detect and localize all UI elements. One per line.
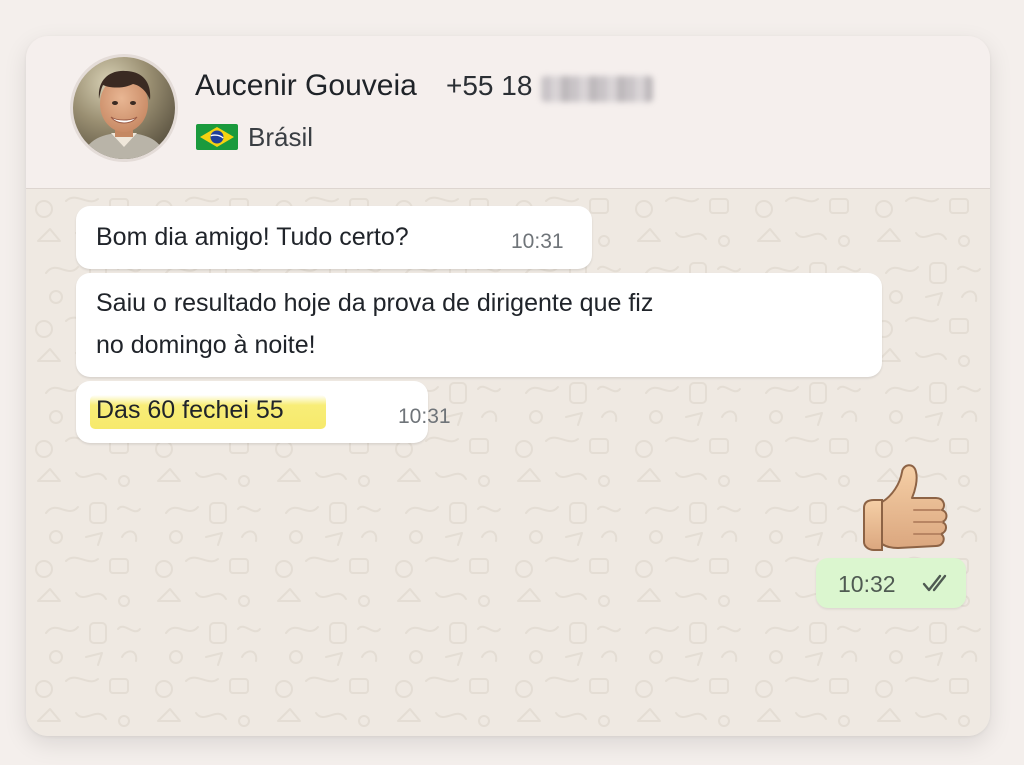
message-time: 10:32 (838, 571, 896, 597)
contact-name: Aucenir Gouveia (195, 69, 417, 102)
chat-doodle-background (26, 189, 990, 736)
double-check-icon (922, 574, 947, 592)
thumbs-up-emoji-icon[interactable] (858, 458, 954, 556)
incoming-message[interactable]: Bom dia amigo! Tudo certo? 10:31 (76, 206, 592, 269)
brazil-flag-icon (196, 124, 238, 150)
message-text: no domingo à noite! (96, 331, 316, 359)
incoming-message[interactable]: Das 60 fechei 55 10:31 (76, 381, 451, 443)
message-time: 10:31 (511, 230, 564, 253)
chat-card: Aucenir Gouveia +55 18 Brásil Bom dia am… (26, 36, 990, 736)
contact-phone: +55 18 (446, 70, 533, 101)
message-text: Das 60 fechei 55 (96, 396, 284, 424)
contact-country: Brásil (248, 122, 314, 152)
message-text: Bom dia amigo! Tudo certo? (96, 223, 409, 251)
message-time: 10:31 (398, 405, 451, 428)
phone-redaction-blur (541, 76, 653, 102)
chat-header: Aucenir Gouveia +55 18 Brásil (26, 36, 990, 189)
contact-avatar[interactable] (70, 54, 178, 162)
incoming-message[interactable]: Saiu o resultado hoje da prova de dirige… (76, 273, 882, 377)
outgoing-message-meta[interactable]: 10:32 (816, 558, 966, 608)
message-text: Saiu o resultado hoje da prova de dirige… (96, 289, 654, 317)
